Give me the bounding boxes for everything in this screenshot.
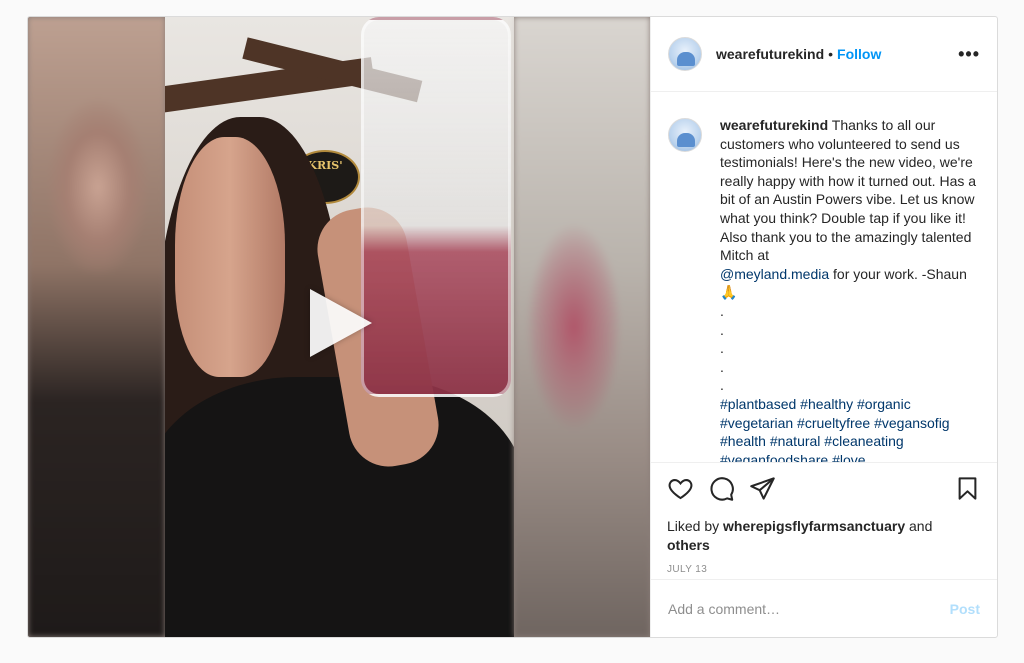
caption-text: Thanks to all our customers who voluntee… — [720, 117, 977, 264]
hashtags-line[interactable]: #plantbased #healthy #organic — [720, 395, 981, 414]
play-icon[interactable] — [310, 289, 372, 357]
instagram-post: KRIS' wearefuturekind • Follow ••• weare… — [27, 16, 998, 638]
heart-icon[interactable] — [667, 475, 694, 502]
likes-and: and — [909, 518, 933, 534]
caption-text-after: for your work. -Shaun — [833, 265, 967, 282]
caption-area: wearefuturekind Thanks to all our custom… — [651, 92, 997, 462]
bookmark-icon[interactable] — [954, 475, 981, 502]
action-icons — [667, 473, 981, 503]
post-actions: Liked by wherepigsflyfarmsanctuary and o… — [651, 462, 997, 579]
video-blur-right — [514, 17, 650, 637]
liked-by-user[interactable]: wherepigsflyfarmsanctuary — [723, 518, 905, 534]
follow-button[interactable]: Follow — [837, 46, 881, 62]
separator-dot: • — [828, 46, 834, 62]
post-date[interactable]: JULY 13 — [667, 564, 981, 575]
hashtags-line[interactable]: #veganfoodshare #love — [720, 451, 981, 462]
post-header: wearefuturekind • Follow ••• — [651, 17, 997, 92]
caption-username[interactable]: wearefuturekind — [720, 117, 828, 133]
avatar[interactable] — [668, 37, 702, 71]
post-sidebar: wearefuturekind • Follow ••• wearefuture… — [650, 17, 997, 637]
share-icon[interactable] — [749, 475, 776, 502]
pray-emoji: 🙏 — [720, 284, 738, 301]
add-comment-bar: Post — [651, 579, 997, 637]
person-face — [175, 137, 285, 377]
hashtags-line[interactable]: #health #natural #cleaneating — [720, 432, 981, 451]
mention-link[interactable]: @meyland.media — [720, 266, 829, 282]
dot-line: . — [720, 302, 724, 319]
comment-icon[interactable] — [708, 475, 735, 502]
person-body — [165, 377, 514, 637]
dot-line: . — [720, 340, 724, 357]
hashtags-line[interactable]: #vegetarian #crueltyfree #vegansofig — [720, 414, 981, 433]
dot-line: . — [720, 377, 724, 394]
more-options-icon[interactable]: ••• — [958, 44, 980, 65]
likes-others-link[interactable]: others — [667, 537, 710, 553]
video-blur-left — [28, 17, 165, 637]
dot-line: . — [720, 358, 724, 375]
post-comment-button[interactable]: Post — [950, 601, 980, 617]
caption: wearefuturekind Thanks to all our custom… — [720, 116, 981, 462]
comment-input[interactable] — [668, 600, 950, 617]
likes-prefix: Liked by — [667, 518, 720, 534]
header-username[interactable]: wearefuturekind — [716, 46, 824, 62]
likes-summary: Liked by wherepigsflyfarmsanctuary and o… — [667, 517, 981, 554]
dot-line: . — [720, 321, 724, 338]
post-video[interactable]: KRIS' — [28, 17, 650, 637]
glass-jar — [361, 17, 511, 397]
caption-dots: . . . . . — [720, 302, 981, 395]
avatar[interactable] — [668, 118, 702, 152]
